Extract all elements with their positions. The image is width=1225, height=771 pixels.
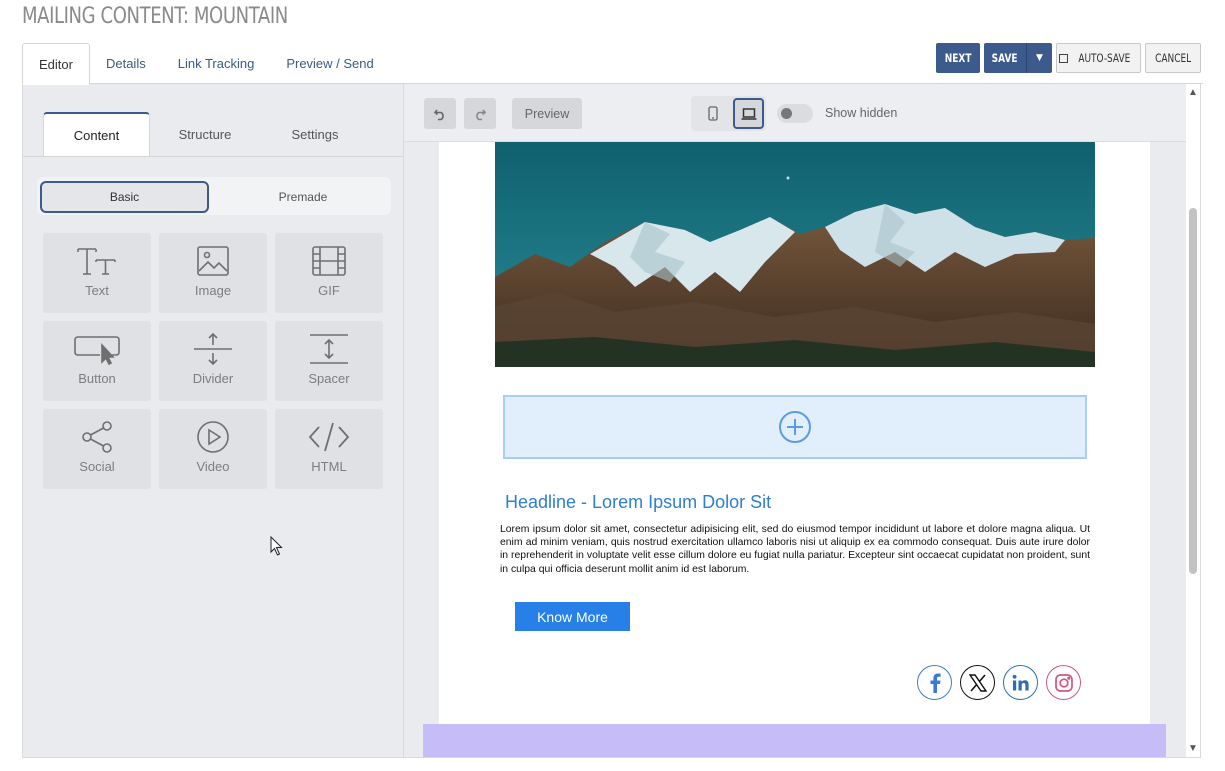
desktop-view-button[interactable] <box>733 98 764 129</box>
block-image[interactable]: Image <box>159 233 267 313</box>
laptop-icon <box>741 107 756 120</box>
tab-settings[interactable]: Settings <box>260 112 370 156</box>
mountain-hero-image[interactable] <box>495 142 1095 367</box>
save-options-button[interactable]: ▼ <box>1026 43 1052 73</box>
redo-button[interactable] <box>464 98 496 129</box>
mobile-view-button[interactable] <box>699 99 727 127</box>
save-button[interactable]: SAVE <box>984 43 1026 73</box>
tab-link-tracking[interactable]: Link Tracking <box>162 43 271 84</box>
block-spacer[interactable]: Spacer <box>275 321 383 401</box>
next-button[interactable]: NEXT <box>936 43 980 73</box>
instagram-icon <box>1054 673 1073 692</box>
linkedin-icon <box>1012 674 1029 690</box>
block-button[interactable]: Button <box>43 321 151 401</box>
device-switcher <box>691 96 766 131</box>
block-label: Video <box>196 459 230 474</box>
facebook-icon <box>930 673 941 693</box>
x-link[interactable] <box>960 665 995 700</box>
play-icon <box>197 421 229 453</box>
block-label: HTML <box>311 459 347 474</box>
auto-save-button[interactable]: AUTO-SAVE <box>1056 43 1141 73</box>
email-body-text[interactable]: Lorem ipsum dolor sit amet, consectetur … <box>500 523 1090 576</box>
tab-content[interactable]: Content <box>43 112 150 156</box>
show-hidden-toggle[interactable] <box>777 104 813 123</box>
share-icon <box>82 421 112 453</box>
block-label: Social <box>79 459 115 474</box>
page-title: MAILING CONTENT: MOUNTAIN <box>22 4 288 29</box>
header-actions: NEXT SAVE ▼ AUTO-SAVE CANCEL <box>936 43 1201 73</box>
tab-structure[interactable]: Structure <box>150 112 260 156</box>
editor-canvas: Preview Show hidden Headline - Lorem Ips… <box>404 84 1201 758</box>
main-tabs: Editor Details Link Tracking Preview / S… <box>22 43 390 85</box>
panel-tabs-divider <box>23 156 403 157</box>
add-block-dropzone[interactable] <box>503 395 1087 459</box>
content-panel: Content Structure Settings Basic Premade… <box>22 84 404 758</box>
scroll-down-icon[interactable]: ▼ <box>1187 742 1199 754</box>
block-label: Divider <box>192 371 234 386</box>
content-blocks-grid: Text Image GIF Button Divider Spacer Soc… <box>43 233 383 489</box>
undo-icon <box>433 109 444 120</box>
email-headline[interactable]: Headline - Lorem Ipsum Dolor Sit <box>505 492 771 513</box>
mouse-cursor-icon <box>270 536 283 556</box>
scroll-up-icon[interactable]: ▲ <box>1187 86 1199 98</box>
block-label: Button <box>78 371 116 386</box>
block-text[interactable]: Text <box>43 233 151 313</box>
block-type-toggle: Basic Premade <box>37 177 391 215</box>
spacer-icon <box>310 334 348 364</box>
text-icon <box>77 248 116 275</box>
premade-toggle-button[interactable]: Premade <box>215 181 391 213</box>
footer-section-band[interactable] <box>423 724 1166 757</box>
block-html[interactable]: HTML <box>275 409 383 489</box>
basic-toggle-button[interactable]: Basic <box>40 181 209 213</box>
caret-down-icon: ▼ <box>1036 53 1043 63</box>
editor-toolbar: Preview Show hidden <box>404 84 1186 142</box>
block-video[interactable]: Video <box>159 409 267 489</box>
image-icon <box>197 246 229 276</box>
gif-icon <box>312 246 346 276</box>
divider-icon <box>194 332 232 366</box>
social-icons <box>917 665 1081 700</box>
save-button-group: SAVE ▼ <box>984 43 1052 73</box>
instagram-link[interactable] <box>1046 665 1081 700</box>
redo-icon <box>476 109 487 120</box>
x-icon <box>968 673 987 692</box>
email-preview: Headline - Lorem Ipsum Dolor Sit Lorem i… <box>439 142 1150 757</box>
tab-details[interactable]: Details <box>90 43 162 84</box>
scrollbar-thumb[interactable] <box>1189 208 1197 574</box>
panel-tabs: Content Structure Settings <box>43 112 370 156</box>
block-divider[interactable]: Divider <box>159 321 267 401</box>
linkedin-link[interactable] <box>1003 665 1038 700</box>
know-more-button[interactable]: Know More <box>515 602 630 631</box>
checkbox-icon <box>1059 53 1069 63</box>
block-label: Text <box>85 283 109 298</box>
button-icon <box>74 336 120 366</box>
tab-editor[interactable]: Editor <box>22 43 90 85</box>
undo-button[interactable] <box>424 98 456 129</box>
block-label: Image <box>194 283 232 298</box>
plus-circle-icon <box>779 411 811 443</box>
block-gif[interactable]: GIF <box>275 233 383 313</box>
block-label: Spacer <box>308 371 350 386</box>
toggle-knob <box>781 108 792 119</box>
tab-preview-send[interactable]: Preview / Send <box>270 43 389 84</box>
block-social[interactable]: Social <box>43 409 151 489</box>
show-hidden-label: Show hidden <box>825 106 898 120</box>
code-icon <box>308 422 350 452</box>
facebook-link[interactable] <box>917 665 952 700</box>
block-label: GIF <box>318 283 340 298</box>
cancel-button[interactable]: CANCEL <box>1145 43 1201 73</box>
preview-button[interactable]: Preview <box>512 98 582 129</box>
tabs-divider <box>22 83 1203 84</box>
mobile-icon <box>708 105 718 121</box>
